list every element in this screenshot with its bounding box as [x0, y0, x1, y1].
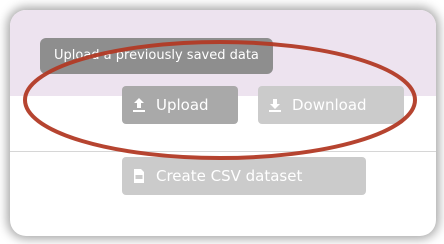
download-button-label: Download	[292, 96, 367, 114]
screenshot-stage: Upload a previously saved data Upload Do…	[0, 0, 444, 244]
download-icon	[266, 96, 284, 114]
csv-file-icon	[130, 167, 148, 185]
create-csv-dataset-label: Create CSV dataset	[156, 167, 303, 185]
upload-tooltip: Upload a previously saved data	[40, 38, 273, 74]
upload-button[interactable]: Upload	[122, 86, 238, 124]
upload-button-label: Upload	[156, 96, 209, 114]
create-csv-dataset-button[interactable]: Create CSV dataset	[122, 157, 366, 195]
section-divider	[10, 151, 436, 152]
upload-icon	[130, 96, 148, 114]
upload-panel: Upload a previously saved data Upload Do…	[10, 10, 436, 236]
tooltip-text: Upload a previously saved data	[54, 48, 259, 63]
download-button[interactable]: Download	[258, 86, 404, 124]
